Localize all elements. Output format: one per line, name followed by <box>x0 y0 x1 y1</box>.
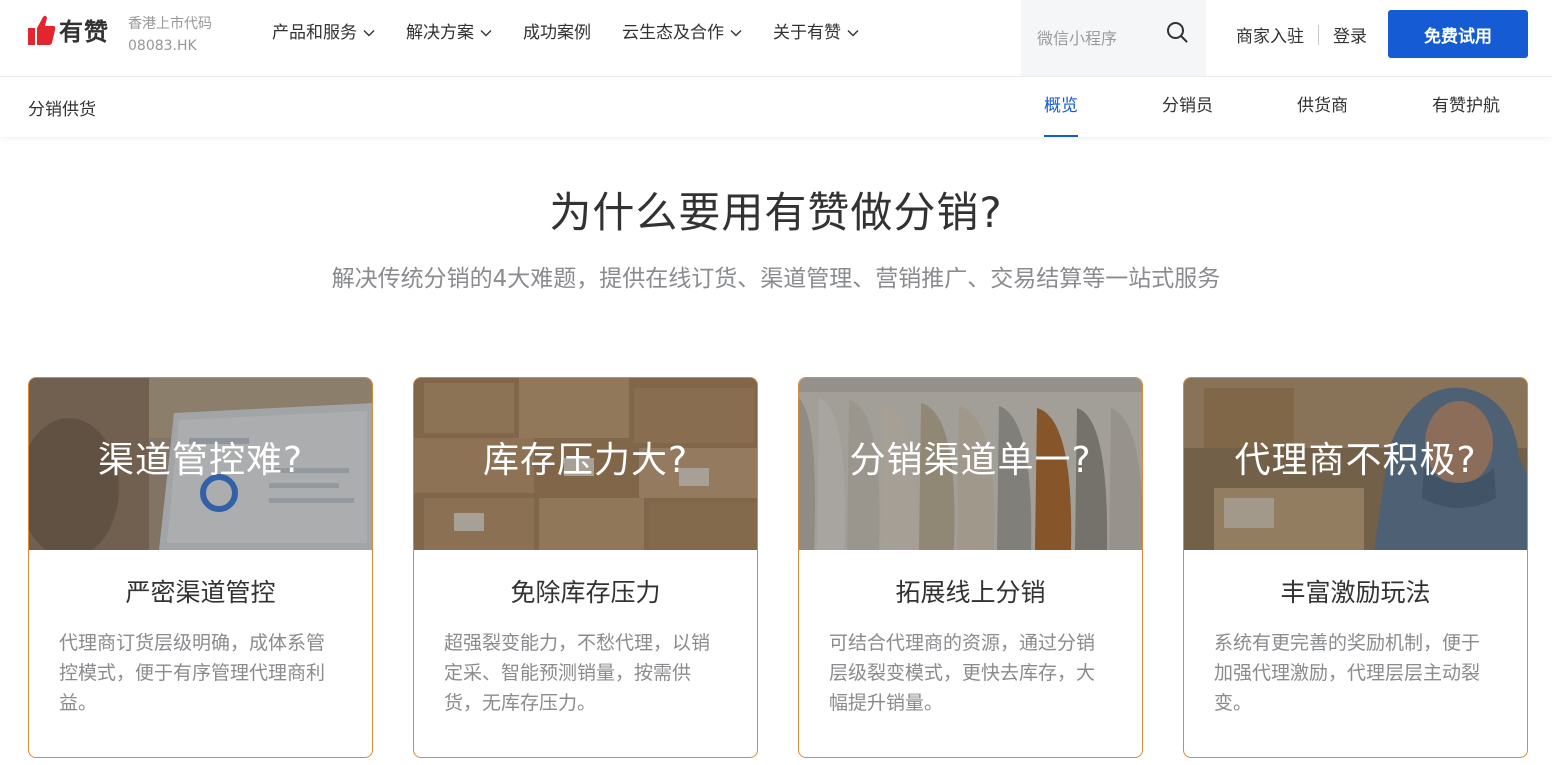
login-link[interactable]: 登录 <box>1333 22 1367 47</box>
tab-distributors[interactable]: 分销员 <box>1162 77 1213 137</box>
tab-youzan-escort[interactable]: 有赞护航 <box>1432 77 1500 137</box>
search-box <box>1021 0 1206 76</box>
free-trial-button[interactable]: 免费试用 <box>1388 10 1528 58</box>
nav-item-label: 产品和服务 <box>272 23 357 43</box>
card-title: 拓展线上分销 <box>895 578 1046 607</box>
sub-nav: 分销供货 概览 分销员 供货商 有赞护航 <box>0 77 1552 137</box>
stock-info: 香港上市代码 08083.HK <box>128 13 212 57</box>
feature-cards: 渠道管控难? 严密渠道管控 代理商订货层级明确，成体系管控模式，便于有序管理代理… <box>28 377 1528 758</box>
card-description: 系统有更完善的奖励机制，便于加强代理激励，代理层层主动裂变。 <box>1214 632 1481 714</box>
card-description: 代理商订货层级明确，成体系管控模式，便于有序管理代理商利益。 <box>59 632 326 714</box>
stock-label: 香港上市代码 <box>128 16 212 32</box>
stock-code: 08083.HK <box>128 38 197 54</box>
page-title: 为什么要用有赞做分销? <box>549 188 1003 237</box>
card-title: 丰富激励玩法 <box>1280 578 1431 607</box>
chevron-down-icon <box>363 30 375 37</box>
nav-item-label: 成功案例 <box>523 23 591 43</box>
tab-suppliers[interactable]: 供货商 <box>1297 77 1348 137</box>
brand-name: 有赞 <box>59 18 109 46</box>
card-title: 严密渠道管控 <box>125 578 276 607</box>
card-question: 渠道管控难? <box>97 440 304 481</box>
header-actions: 商家入驻 登录 <box>1236 22 1367 47</box>
card-title: 免除库存压力 <box>510 578 661 607</box>
card-image: 代理商不积极? <box>1184 378 1527 550</box>
card-image: 分销渠道单一? <box>799 378 1142 550</box>
card-body: 严密渠道管控 代理商订货层级明确，成体系管控模式，便于有序管理代理商利益。 <box>29 550 372 718</box>
card-question: 代理商不积极? <box>1234 440 1477 481</box>
search-input[interactable] <box>1037 28 1167 48</box>
main-nav: 产品和服务 解决方案 成功案例 云生态及合作 关于有赞 <box>272 20 890 46</box>
brand-logo[interactable]: 有赞 <box>28 12 109 47</box>
top-header: 有赞 香港上市代码 08083.HK 产品和服务 解决方案 成功案例 云生态及合… <box>0 0 1552 77</box>
feature-card[interactable]: 代理商不积极? 丰富激励玩法 系统有更完善的奖励机制，便于加强代理激励，代理层层… <box>1183 377 1528 758</box>
card-image: 渠道管控难? <box>29 378 372 550</box>
feature-card[interactable]: 渠道管控难? 严密渠道管控 代理商订货层级明确，成体系管控模式，便于有序管理代理… <box>28 377 373 758</box>
thumbs-up-logo-icon <box>28 15 56 45</box>
nav-success-cases[interactable]: 成功案例 <box>523 20 591 46</box>
chevron-down-icon <box>847 30 859 37</box>
card-body: 丰富激励玩法 系统有更完善的奖励机制，便于加强代理激励，代理层层主动裂变。 <box>1184 550 1527 718</box>
nav-item-label: 解决方案 <box>406 23 474 43</box>
page-subtitle: 解决传统分销的4大难题，提供在线订货、渠道管理、营销推广、交易结算等一站式服务 <box>331 266 1221 292</box>
card-body: 拓展线上分销 可结合代理商的资源，通过分销层级裂变模式，更快去库存，大幅提升销量… <box>799 550 1142 718</box>
nav-cloud-ecosystem[interactable]: 云生态及合作 <box>622 20 742 46</box>
search-icon[interactable] <box>1166 21 1188 43</box>
subnav-title: 分销供货 <box>28 100 96 120</box>
merchant-join-link[interactable]: 商家入驻 <box>1236 22 1304 47</box>
subnav-tabs: 概览 分销员 供货商 有赞护航 <box>960 77 1500 137</box>
card-description: 超强裂变能力，不愁代理，以销定采、智能预测销量，按需供货，无库存压力。 <box>444 632 711 714</box>
nav-products-services[interactable]: 产品和服务 <box>272 20 375 46</box>
card-question: 分销渠道单一? <box>849 440 1092 481</box>
card-body: 免除库存压力 超强裂变能力，不愁代理，以销定采、智能预测销量，按需供货，无库存压… <box>414 550 757 718</box>
nav-solutions[interactable]: 解决方案 <box>406 20 492 46</box>
chevron-down-icon <box>480 30 492 37</box>
card-question: 库存压力大? <box>482 440 689 481</box>
chevron-down-icon <box>730 30 742 37</box>
nav-item-label: 云生态及合作 <box>622 23 724 43</box>
card-image: 库存压力大? <box>414 378 757 550</box>
divider <box>1318 24 1319 45</box>
tab-overview[interactable]: 概览 <box>1044 77 1078 137</box>
nav-item-label: 关于有赞 <box>773 23 841 43</box>
feature-card[interactable]: 库存压力大? 免除库存压力 超强裂变能力，不愁代理，以销定采、智能预测销量，按需… <box>413 377 758 758</box>
feature-card[interactable]: 分销渠道单一? 拓展线上分销 可结合代理商的资源，通过分销层级裂变模式，更快去库… <box>798 377 1143 758</box>
card-description: 可结合代理商的资源，通过分销层级裂变模式，更快去库存，大幅提升销量。 <box>829 632 1096 714</box>
nav-about[interactable]: 关于有赞 <box>773 20 859 46</box>
